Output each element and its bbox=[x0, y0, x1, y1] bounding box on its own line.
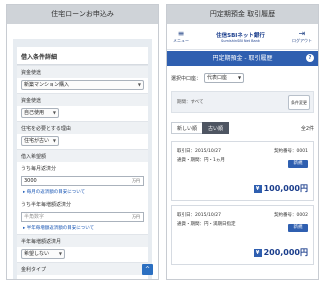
transaction-date: 取引日：2015/10/27 bbox=[177, 149, 221, 154]
panel-header-loan: 住宅ローンお申込み bbox=[7, 5, 158, 24]
transaction-detail: 通貨・期間：円・満期日指定 bbox=[177, 222, 236, 227]
form-area: 借入条件詳細 資金使途 新築マンション購入 ▼ 資金使途 自己使用 ▼ 住宅を必要と… bbox=[13, 39, 152, 279]
yen-icon: ¥ bbox=[253, 184, 262, 193]
bonus-label: うち半年毎増額返済分 bbox=[17, 198, 148, 210]
monthly-guide-link[interactable]: 毎月の返済額の目安について bbox=[17, 188, 148, 198]
yen-icon: ¥ bbox=[253, 248, 262, 257]
transaction-amount: ¥200,000円 bbox=[253, 247, 308, 258]
amount-value: 100,000円 bbox=[263, 184, 308, 193]
contract-number: 契約番号：0001 bbox=[274, 149, 308, 154]
card-row-top: 取引日：2015/10/27 契約番号：0001 bbox=[177, 148, 308, 154]
account-value: 代表口座 bbox=[207, 75, 228, 81]
change-conditions-button[interactable]: 条件変更 bbox=[288, 95, 310, 110]
scroll-top-button[interactable]: ^ bbox=[142, 264, 153, 275]
amount-value: 200,000円 bbox=[263, 248, 308, 257]
amount-section-label: 借入希望額 bbox=[17, 149, 148, 162]
chevron-down-icon: ▼ bbox=[58, 251, 62, 256]
principal-value: 3000 bbox=[24, 178, 37, 184]
deposit-history-panel: 円定期預金 取引履歴 ≡ メニュー 住信SBIネット銀行 SumishinSBI… bbox=[166, 4, 319, 280]
loan-application-panel: 住宅ローンお申込み 借入条件詳細 資金使途 新築マンション購入 ▼ 資金使途 自己… bbox=[6, 4, 159, 280]
app-top-bar: ≡ メニュー 住信SBIネット銀行 SumishinSBI Net Bank ⇥… bbox=[167, 24, 318, 50]
help-icon[interactable]: ? bbox=[306, 54, 314, 62]
bonus-input[interactable]: 半角数字 万円 bbox=[21, 212, 144, 222]
purpose-select[interactable]: 新築マンション購入 ▼ bbox=[21, 80, 144, 90]
field-label-reason: 住宅を必要とする理由 bbox=[17, 121, 148, 134]
filter-box: 期間：すべて 条件変更 bbox=[171, 91, 314, 113]
account-row: 選択中口座： 代表口座 ▼ bbox=[171, 72, 314, 84]
menu-button[interactable]: ≡ メニュー bbox=[173, 28, 189, 44]
reason-value: 住宅が古い bbox=[24, 138, 50, 144]
bonus-guide-link[interactable]: 半年毎増額返済額の目安について bbox=[17, 224, 148, 234]
principal-unit: 万円 bbox=[132, 178, 140, 183]
sort-oldest-tab[interactable]: 古い順 bbox=[202, 122, 230, 134]
panel-header-history: 円定期預金 取引履歴 bbox=[167, 5, 318, 24]
transaction-detail: 通貨・期間：円・1ヵ月 bbox=[177, 158, 225, 163]
section-title: 借入条件詳細 bbox=[17, 47, 148, 65]
bonus-months-label: 半年毎増額返済月 bbox=[17, 234, 148, 247]
page-title: 円定期預金 - 取引履歴 ? bbox=[167, 51, 318, 66]
account-select[interactable]: 代表口座 ▼ bbox=[204, 73, 245, 83]
field-label-usage: 資金使途 bbox=[17, 93, 148, 106]
sort-row: 新しい順 古い順 全2件 bbox=[171, 121, 314, 135]
contract-number: 契約番号：0002 bbox=[274, 213, 308, 218]
bank-name: 住信SBIネット銀行 bbox=[216, 32, 265, 39]
chevron-down-icon: ▼ bbox=[237, 75, 242, 80]
transaction-date: 取引日：2015/10/27 bbox=[177, 213, 221, 218]
hamburger-icon: ≡ bbox=[177, 28, 185, 38]
bonus-unit: 万円 bbox=[132, 214, 140, 219]
transaction-amount: ¥100,000円 bbox=[253, 183, 308, 194]
logout-label: ログアウト bbox=[291, 37, 312, 43]
page-title-text: 円定期預金 - 取引履歴 bbox=[212, 55, 273, 62]
transaction-card[interactable]: 取引日：2015/10/27 契約番号：0002 通貨・期間：円・満期日指定 新… bbox=[171, 205, 314, 265]
record-count: 全2件 bbox=[300, 125, 314, 132]
purpose-value: 新築マンション購入 bbox=[24, 82, 70, 88]
field-label-purpose: 資金使途 bbox=[17, 65, 148, 78]
card-row-top: 取引日：2015/10/27 契約番号：0002 bbox=[177, 212, 308, 218]
principal-label: うち毎月返済分 bbox=[17, 162, 148, 174]
bonus-placeholder: 半角数字 bbox=[24, 214, 45, 220]
bank-logo: 住信SBIネット銀行 SumishinSBI Net Bank bbox=[216, 31, 265, 43]
menu-label: メニュー bbox=[173, 37, 189, 43]
usage-select[interactable]: 自己使用 ▼ bbox=[21, 108, 59, 118]
principal-input[interactable]: 3000 万円 bbox=[21, 176, 144, 186]
logout-icon: ⇥ bbox=[298, 28, 306, 38]
transaction-card[interactable]: 取引日：2015/10/27 契約番号：0001 通貨・期間：円・1ヵ月 新規 … bbox=[171, 141, 314, 201]
reason-select[interactable]: 住宅が古い ▼ bbox=[21, 136, 59, 146]
status-badge: 新規 bbox=[288, 224, 308, 232]
status-badge: 新規 bbox=[288, 160, 308, 168]
bonus-months-value: 希望しない bbox=[24, 251, 50, 257]
bank-sub: SumishinSBI Net Bank bbox=[221, 38, 260, 43]
sort-newest-tab[interactable]: 新しい順 bbox=[171, 122, 203, 134]
period-label: 期間：すべて bbox=[177, 100, 204, 105]
chevron-down-icon: ▼ bbox=[52, 138, 56, 143]
chevron-down-icon: ▼ bbox=[137, 82, 141, 87]
logout-button[interactable]: ⇥ ログアウト bbox=[291, 28, 312, 44]
bonus-months-select[interactable]: 希望しない ▼ bbox=[21, 249, 65, 259]
form-card: 借入条件詳細 資金使途 新築マンション購入 ▼ 資金使途 自己使用 ▼ 住宅を必要と… bbox=[17, 47, 148, 279]
chevron-down-icon: ▼ bbox=[52, 110, 56, 115]
account-label: 選択中口座： bbox=[171, 75, 202, 82]
usage-value: 自己使用 bbox=[24, 110, 45, 116]
rate-type-label: 金利タイプ bbox=[17, 262, 148, 275]
